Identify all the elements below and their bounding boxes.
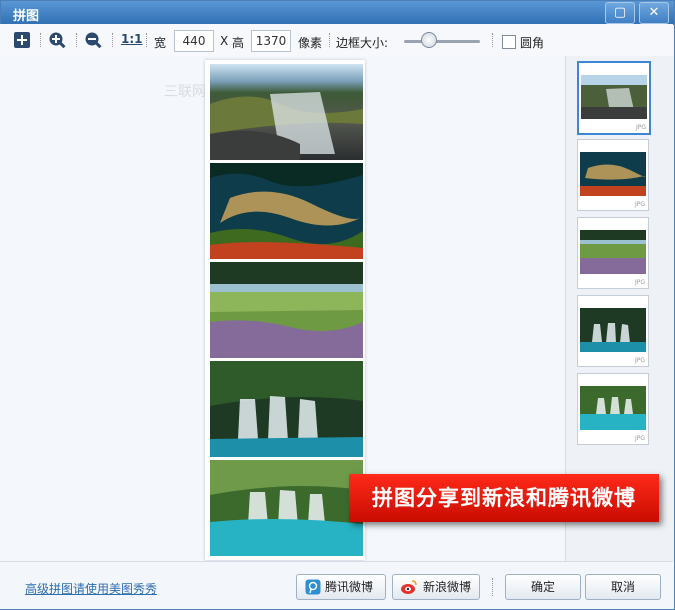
file-type-tag: JPG [634,201,645,208]
thumbnail-item-2[interactable]: JPG [577,139,649,211]
window-title: 拼图 [13,9,40,24]
thumbnail-image [580,386,646,430]
toolbar-divider [112,33,114,47]
toolbar: 1:1 宽 440 X 高 1370 像素 边框大小: 圆角 [0,24,673,57]
sina-weibo-label: 新浪微博 [423,580,472,594]
file-type-tag: JPG [634,357,645,364]
height-input[interactable]: 1370 [251,30,291,52]
share-promo-banner: 拼图分享到新浪和腾讯微博 [349,474,659,522]
unit-label: 像素 [298,36,323,50]
thumbnail-item-4[interactable]: JPG [577,295,649,367]
thumbnail-item-1[interactable]: JPG [577,61,651,135]
toolbar-divider [40,33,42,47]
advanced-puzzle-link[interactable]: 高级拼图请使用美图秀秀 [25,580,157,597]
file-type-tag: JPG [635,124,646,131]
thumbnail-item-5[interactable]: JPG [577,373,649,445]
toolbar-divider [76,33,78,47]
footer-divider [492,578,494,596]
rounded-corner-checkbox[interactable] [502,35,516,49]
close-button[interactable]: ✕ [639,2,669,24]
tencent-weibo-label: 腾讯微博 [325,580,374,594]
actual-size-button[interactable]: 1:1 [121,32,143,46]
maximize-icon: ▢ [613,5,627,20]
puzzle-photo-2[interactable] [210,163,363,259]
width-input[interactable]: 440 [174,30,214,52]
border-size-slider[interactable] [404,40,480,43]
maximize-button[interactable]: ▢ [605,2,635,24]
x-label: X [220,34,229,48]
cancel-button[interactable]: 取消 [585,574,661,600]
toolbar-divider [146,33,148,47]
thumbnail-image [580,230,646,274]
add-image-icon[interactable] [12,31,32,49]
share-tencent-weibo-button[interactable]: 腾讯微博 [296,574,386,600]
puzzle-photo-3[interactable] [210,262,363,358]
border-size-label: 边框大小: [336,36,389,50]
ok-button[interactable]: 确定 [505,574,581,600]
share-sina-weibo-button[interactable]: 新浪微博 [392,574,480,600]
toolbar-divider [329,33,331,47]
thumbnail-image [581,75,647,119]
file-type-tag: JPG [634,279,645,286]
thumbnail-image [580,308,646,352]
puzzle-photo-4[interactable] [210,361,363,457]
thumbnail-item-3[interactable]: JPG [577,217,649,289]
puzzle-photo-5[interactable] [210,460,363,556]
zoom-out-icon[interactable] [84,31,104,49]
rounded-corner-label: 圆角 [520,36,545,50]
close-icon: ✕ [648,5,660,20]
tencent-weibo-icon [305,579,321,595]
zoom-in-icon[interactable] [48,31,68,49]
height-label: 高 [232,36,245,50]
thumbnail-image [580,152,646,196]
toolbar-divider [492,33,494,47]
border-size-slider-handle[interactable] [421,32,438,48]
file-type-tag: JPG [634,435,645,442]
sina-weibo-icon [401,580,417,594]
puzzle-photo-1[interactable] [210,64,363,160]
width-label: 宽 [154,36,167,50]
title-bar: 拼图 ▢ ✕ [1,1,674,25]
